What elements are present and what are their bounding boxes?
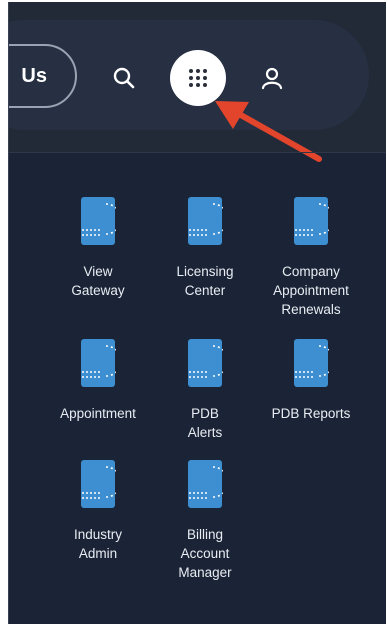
- header-divider: [9, 152, 386, 153]
- user-profile-button[interactable]: [256, 62, 288, 94]
- search-button[interactable]: [108, 62, 140, 94]
- header-bar: Us: [9, 2, 386, 162]
- app-label: PDB Reports: [271, 406, 351, 421]
- app-label: PDB Alerts: [187, 406, 223, 440]
- app-book-icon: [294, 339, 329, 387]
- app-label: Billing Account Manager: [178, 527, 232, 580]
- app-book-icon: [81, 460, 116, 508]
- user-icon: [261, 67, 283, 90]
- app-book-icon: [188, 460, 223, 508]
- app-licensing-center[interactable]: Licensing Center: [157, 196, 253, 300]
- app-billing-account-manager[interactable]: Billing Account Manager: [157, 459, 253, 582]
- app-label: Industry Admin: [73, 527, 123, 561]
- app-view-gateway[interactable]: View Gateway: [50, 196, 146, 300]
- app-industry-admin[interactable]: Industry Admin: [50, 459, 146, 563]
- app-book-icon: [81, 197, 116, 245]
- grid-icon: [189, 69, 207, 87]
- app-pdb-reports[interactable]: PDB Reports: [263, 338, 359, 423]
- app-book-icon: [294, 197, 329, 245]
- pointer-arrow-icon: [215, 101, 322, 162]
- app-book-icon: [188, 339, 223, 387]
- app-book-icon: [81, 339, 116, 387]
- app-label: Appointment: [60, 406, 136, 421]
- app-label: View Gateway: [71, 264, 125, 298]
- app-label: Company Appointment Renewals: [273, 264, 349, 317]
- app-appointment[interactable]: Appointment: [50, 338, 146, 423]
- app-pdb-alerts[interactable]: PDB Alerts: [157, 338, 253, 442]
- app-window: Us View Gateway Licensing Center Company…: [8, 2, 386, 624]
- contact-us-label: Us: [21, 64, 47, 87]
- contact-us-button[interactable]: Us: [9, 44, 77, 108]
- app-book-icon: [188, 197, 223, 245]
- app-label: Licensing Center: [176, 264, 234, 298]
- app-company-appointment-renewals[interactable]: Company Appointment Renewals: [263, 196, 359, 319]
- search-icon: [113, 67, 135, 89]
